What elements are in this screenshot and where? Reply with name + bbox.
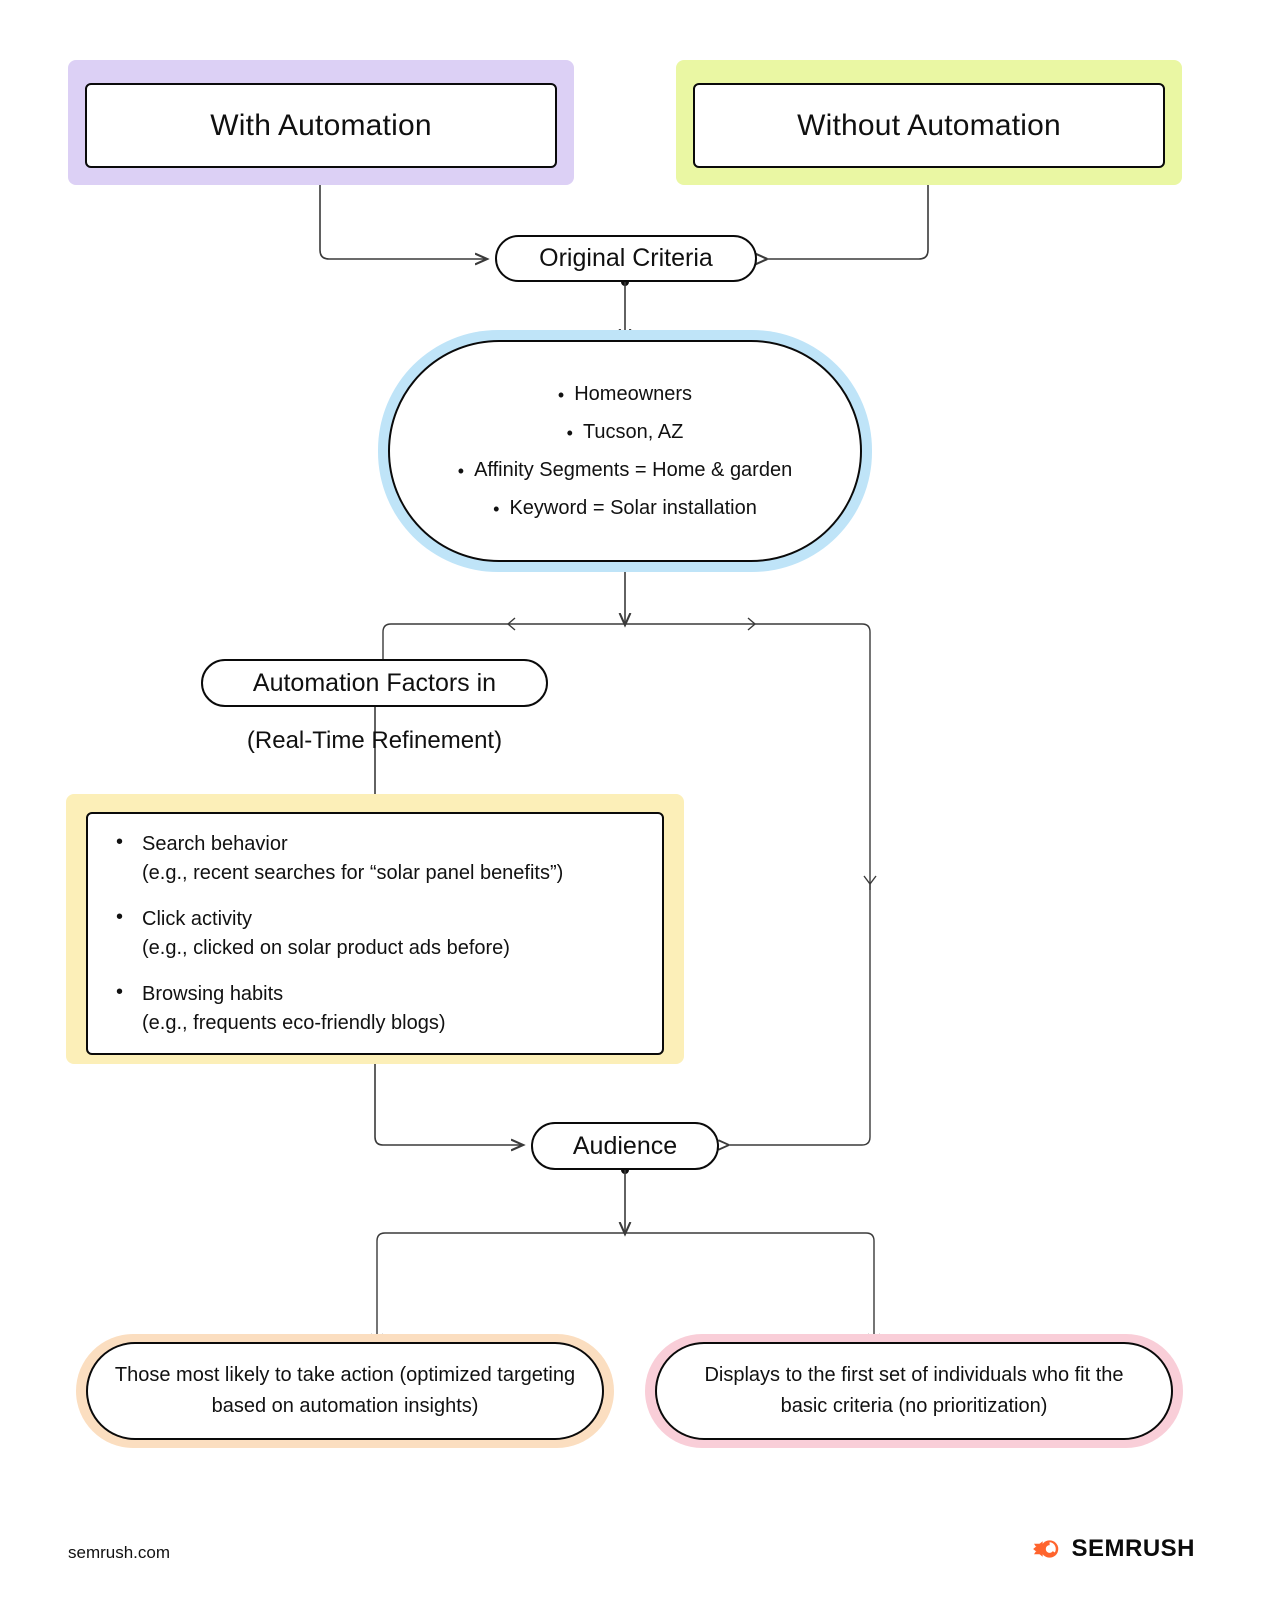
original-criteria-label: Original Criteria: [539, 244, 713, 272]
factor-example: (e.g., frequents eco-friendly blogs): [142, 1011, 446, 1034]
factor-item: Browsing habits (e.g., frequents eco-fri…: [116, 978, 662, 1038]
factor-title: Search behavior: [142, 832, 288, 855]
node-result-manual[interactable]: Displays to the first set of individuals…: [655, 1342, 1173, 1440]
criteria-bullet: Homeowners: [390, 375, 860, 413]
factor-bullet-list: Search behavior (e.g., recent searches f…: [88, 828, 662, 1038]
node-with-automation[interactable]: With Automation: [85, 83, 557, 168]
factor-item: Search behavior (e.g., recent searches f…: [116, 828, 662, 888]
criteria-bullet-list: Homeowners Tucson, AZ Affinity Segments …: [390, 375, 860, 527]
node-result-automation[interactable]: Those most likely to take action (optimi…: [86, 1342, 604, 1440]
node-criteria-list[interactable]: Homeowners Tucson, AZ Affinity Segments …: [388, 340, 862, 562]
factor-example: (e.g., recent searches for “solar panel …: [142, 861, 564, 884]
audience-label: Audience: [572, 1131, 678, 1160]
criteria-bullet: Keyword = Solar installation: [390, 489, 860, 527]
factor-title: Browsing habits: [142, 982, 284, 1005]
factor-title: Click activity: [142, 907, 253, 930]
semrush-wordmark: SEMRUSH: [1071, 1535, 1195, 1562]
node-audience[interactable]: Audience: [531, 1122, 719, 1170]
factor-example: (e.g., clicked on solar product ads befo…: [142, 936, 510, 959]
node-original-criteria[interactable]: Original Criteria: [495, 235, 757, 282]
semrush-logo[interactable]: SEMRUSH: [1032, 1535, 1195, 1563]
node-automation-factors[interactable]: Automation Factors in: [201, 659, 548, 707]
criteria-bullet: Tucson, AZ: [390, 413, 860, 451]
node-without-automation[interactable]: Without Automation: [693, 83, 1165, 168]
without-automation-label: Without Automation: [797, 108, 1061, 142]
semrush-mark-icon: [1033, 1540, 1059, 1558]
automation-factors-label: Automation Factors in: [252, 668, 497, 697]
result-manual-text: Displays to the first set of individuals…: [704, 1364, 1124, 1417]
diagram-canvas: With Automation Without Automation Origi…: [0, 0, 1273, 1600]
footer-url[interactable]: semrush.com: [68, 1543, 170, 1563]
criteria-bullet: Affinity Segments = Home & garden: [390, 451, 860, 489]
result-automation-text: Those most likely to take action (optimi…: [114, 1364, 576, 1417]
with-automation-label: With Automation: [210, 108, 432, 142]
factor-item: Click activity (e.g., clicked on solar p…: [116, 903, 662, 963]
automation-factors-caption: (Real-Time Refinement): [246, 727, 503, 754]
node-factor-list[interactable]: Search behavior (e.g., recent searches f…: [86, 812, 664, 1055]
